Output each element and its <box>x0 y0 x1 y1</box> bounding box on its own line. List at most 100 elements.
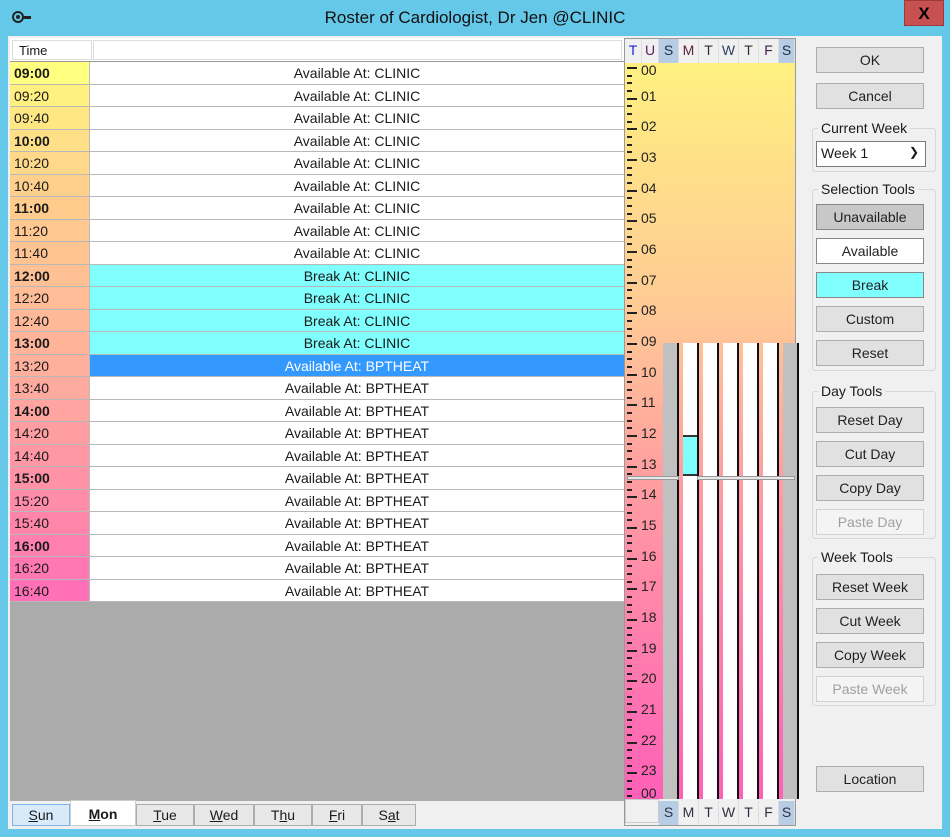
time-cell[interactable]: 10:40 <box>10 174 90 196</box>
slot-description-cell[interactable]: Available At: BPTHEAT <box>90 399 624 421</box>
slot-description-cell[interactable]: Break At: CLINIC <box>90 309 624 331</box>
paste-week-button[interactable]: Paste Week <box>816 676 924 702</box>
slot-description-cell[interactable]: Available At: CLINIC <box>90 219 624 241</box>
chart-footer-day[interactable]: T <box>739 801 759 825</box>
unavailable-button[interactable]: Unavailable <box>816 204 924 230</box>
chart-header-day[interactable]: M <box>679 39 699 63</box>
day-column-0[interactable] <box>663 343 679 799</box>
time-cell[interactable]: 13:20 <box>10 354 90 376</box>
break-button[interactable]: Break <box>816 272 924 298</box>
table-row[interactable]: 14:40 Available At: BPTHEAT <box>10 444 624 467</box>
slot-description-cell[interactable]: Available At: CLINIC <box>90 62 624 84</box>
chart-header-day[interactable]: F <box>759 39 779 63</box>
table-row[interactable]: 15:40 Available At: BPTHEAT <box>10 512 624 535</box>
time-cell[interactable]: 12:40 <box>10 309 90 331</box>
day-column-6[interactable] <box>783 343 799 799</box>
reset-button[interactable]: Reset <box>816 340 924 366</box>
time-cell[interactable]: 14:40 <box>10 444 90 466</box>
time-marker-line[interactable] <box>697 475 795 480</box>
custom-button[interactable]: Custom <box>816 306 924 332</box>
slot-description-cell[interactable]: Available At: CLINIC <box>90 197 624 219</box>
week-overview-chart[interactable]: 00 01 02 03 04 05 06 07 08 09 10 11 12 13 14 15 16 17 18 19… <box>624 38 799 826</box>
table-row[interactable]: 10:20 Available At: CLINIC <box>10 152 624 175</box>
table-row[interactable]: 11:00 Available At: CLINIC <box>10 197 624 220</box>
table-row[interactable]: 16:00 Available At: BPTHEAT <box>10 534 624 557</box>
time-marker-line[interactable] <box>627 475 679 480</box>
chart-header-day[interactable]: S <box>659 39 679 63</box>
chart-footer-day[interactable]: T <box>699 801 719 825</box>
table-row[interactable]: 15:20 Available At: BPTHEAT <box>10 489 624 512</box>
time-cell[interactable]: 15:00 <box>10 467 90 489</box>
slot-description-cell[interactable]: Available At: BPTHEAT <box>90 467 624 489</box>
time-cell[interactable]: 13:00 <box>10 332 90 354</box>
time-cell[interactable]: 09:40 <box>10 107 90 129</box>
column-header-time[interactable]: Time <box>12 40 92 60</box>
time-cell[interactable]: 13:40 <box>10 377 90 399</box>
chart-footer-day[interactable]: W <box>719 801 739 825</box>
table-row[interactable]: 11:20 Available At: CLINIC <box>10 219 624 242</box>
location-button[interactable]: Location <box>816 766 924 792</box>
tab-thu[interactable]: Thu <box>254 804 312 826</box>
close-button[interactable]: X <box>904 0 944 26</box>
time-cell[interactable]: 09:00 <box>10 62 90 84</box>
slot-description-cell[interactable]: Break At: CLINIC <box>90 287 624 309</box>
chart-header-day[interactable]: T <box>739 39 759 63</box>
slot-description-cell[interactable]: Available At: CLINIC <box>90 107 624 129</box>
table-row[interactable]: 15:00 Available At: BPTHEAT <box>10 467 624 490</box>
time-cell[interactable]: 10:20 <box>10 152 90 174</box>
time-cell[interactable]: 11:00 <box>10 197 90 219</box>
available-button[interactable]: Available <box>816 238 924 264</box>
table-row[interactable]: 14:20 Available At: BPTHEAT <box>10 422 624 445</box>
slot-description-cell[interactable]: Available At: CLINIC <box>90 152 624 174</box>
day-column-2[interactable] <box>703 343 719 799</box>
paste-day-button[interactable]: Paste Day <box>816 509 924 535</box>
time-cell[interactable]: 16:00 <box>10 534 90 556</box>
chart-header-day[interactable]: W <box>719 39 739 63</box>
slot-description-cell[interactable]: Available At: BPTHEAT <box>90 422 624 444</box>
time-cell[interactable]: 15:40 <box>10 512 90 534</box>
slot-description-cell[interactable]: Available At: BPTHEAT <box>90 534 624 556</box>
slot-description-cell[interactable]: Available At: CLINIC <box>90 129 624 151</box>
table-row[interactable]: 10:00 Available At: CLINIC <box>10 129 624 152</box>
slot-description-cell[interactable]: Available At: BPTHEAT <box>90 377 624 399</box>
slot-description-cell[interactable]: Break At: CLINIC <box>90 332 624 354</box>
time-cell[interactable]: 14:00 <box>10 399 90 421</box>
tab-tue[interactable]: Tue <box>136 804 194 826</box>
time-cell[interactable]: 14:20 <box>10 422 90 444</box>
slot-description-cell[interactable]: Available At: CLINIC <box>90 84 624 106</box>
table-row[interactable]: 16:20 Available At: BPTHEAT <box>10 557 624 580</box>
slot-description-cell[interactable]: Available At: BPTHEAT <box>90 557 624 579</box>
time-cell[interactable]: 15:20 <box>10 489 90 511</box>
chart-footer-day[interactable]: F <box>759 801 779 825</box>
time-cell[interactable]: 12:20 <box>10 287 90 309</box>
ok-button[interactable]: OK <box>816 47 924 73</box>
chart-header-day[interactable]: T <box>699 39 719 63</box>
table-row[interactable]: 12:40 Break At: CLINIC <box>10 309 624 332</box>
tab-fri[interactable]: Fri <box>312 804 362 826</box>
table-row[interactable]: 16:40 Available At: BPTHEAT <box>10 579 624 602</box>
day-column-3[interactable] <box>723 343 739 799</box>
reset-week-button[interactable]: Reset Week <box>816 574 924 600</box>
break-block[interactable] <box>683 435 697 476</box>
chart-footer-day[interactable]: S <box>779 801 795 825</box>
week-select[interactable]: Week 1 ❯ <box>816 141 926 167</box>
slot-description-cell[interactable]: Available At: CLINIC <box>90 174 624 196</box>
tab-sat[interactable]: Sat <box>362 804 416 826</box>
column-header-description[interactable] <box>93 40 622 60</box>
table-row[interactable]: 09:20 Available At: CLINIC <box>10 84 624 107</box>
slot-description-cell[interactable]: Available At: CLINIC <box>90 242 624 264</box>
chart-header-day[interactable]: S <box>779 39 795 63</box>
copy-day-button[interactable]: Copy Day <box>816 475 924 501</box>
table-row[interactable]: 12:20 Break At: CLINIC <box>10 287 624 310</box>
table-row[interactable]: 13:00 Break At: CLINIC <box>10 332 624 355</box>
table-row[interactable]: 14:00 Available At: BPTHEAT <box>10 399 624 422</box>
slot-description-cell[interactable]: Available At: BPTHEAT <box>90 579 624 601</box>
chart-header-day[interactable]: U <box>642 39 659 63</box>
table-row[interactable]: 09:40 Available At: CLINIC <box>10 107 624 130</box>
slot-description-cell[interactable]: Available At: BPTHEAT <box>90 444 624 466</box>
day-column-4[interactable] <box>743 343 759 799</box>
time-cell[interactable]: 16:20 <box>10 557 90 579</box>
time-cell[interactable]: 11:40 <box>10 242 90 264</box>
chart-header-day[interactable]: T <box>625 39 642 63</box>
cut-day-button[interactable]: Cut Day <box>816 441 924 467</box>
